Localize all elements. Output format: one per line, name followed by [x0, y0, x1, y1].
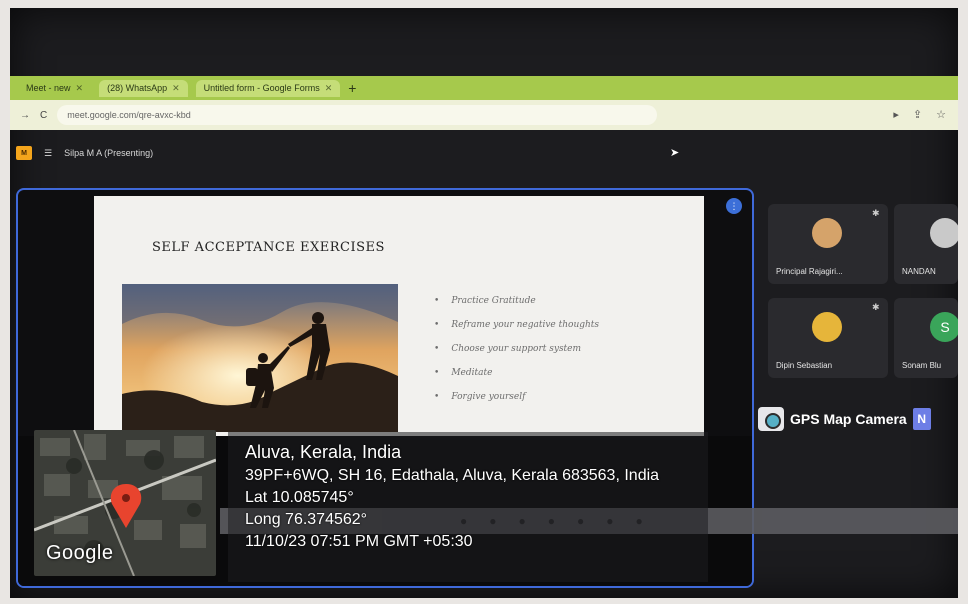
browser-tab-strip: Meet - new ✕ (28) WhatsApp ✕ Untitled fo…: [10, 76, 958, 100]
avatar: S: [930, 312, 958, 342]
gps-datetime: 11/10/23 07:51 PM GMT +05:30: [245, 533, 473, 550]
extension-icon[interactable]: ▸: [893, 108, 899, 121]
close-icon[interactable]: ✕: [325, 83, 333, 94]
slide: SELF ACCEPTANCE EXERCISES • Practice Gra…: [94, 196, 704, 436]
tab-meet[interactable]: Meet - new ✕: [18, 80, 91, 97]
gps-longitude: Long 76.374562°: [245, 511, 368, 528]
participant-name: Sonam Blu: [902, 361, 942, 370]
star-icon[interactable]: ☆: [936, 108, 946, 121]
camera-app-icon: [758, 407, 784, 431]
audio-level-icon: ⋮: [726, 198, 742, 214]
presentation-icon: ☰: [44, 147, 53, 158]
sunset-climbers-illustration: [122, 284, 398, 432]
presenter-label: Silpa M A (Presenting): [64, 148, 154, 158]
gps-address: 39PF+6WQ, SH 16, Edathala, Aluva, Kerala…: [245, 467, 660, 484]
tab-label: Untitled form - Google Forms: [203, 83, 320, 93]
avatar: [812, 218, 842, 248]
gps-camera-label: GPS Map Camera N: [758, 406, 931, 432]
url-input[interactable]: [57, 105, 658, 125]
bullet-item: Forgive yourself: [434, 392, 599, 402]
bullet-item: Choose your support system: [434, 344, 599, 354]
n-badge: N: [912, 408, 931, 430]
meet-logo-icon: M: [16, 146, 32, 160]
new-tab-button[interactable]: +: [348, 80, 356, 96]
gps-details: Aluva, Kerala, India 39PF+6WQ, SH 16, Ed…: [245, 442, 659, 555]
mic-off-icon: ✱: [872, 302, 880, 312]
gps-camera-text: GPS Map Camera: [790, 411, 907, 427]
participant-name: Dipin Sebastian: [776, 361, 833, 370]
gps-location: Aluva, Kerala, India: [245, 442, 402, 462]
slide-bullet-list: Practice Gratitude Reframe your negative…: [434, 296, 599, 416]
tab-label: (28) WhatsApp: [107, 83, 168, 93]
participant-tile[interactable]: ✱ Dipin Sebastian: [768, 298, 888, 378]
browser-address-bar: → C ▸ ⇪ ☆: [10, 100, 958, 130]
tab-google-forms[interactable]: Untitled form - Google Forms ✕: [195, 79, 341, 97]
map-brand-label: Google: [46, 542, 114, 564]
participant-name: Principal Rajagiri...: [776, 267, 843, 276]
bullet-item: Practice Gratitude: [434, 296, 599, 306]
participant-name: NANDAN: [902, 267, 936, 276]
slide-title: SELF ACCEPTANCE EXERCISES: [152, 240, 385, 255]
mic-off-icon: ✱: [872, 208, 880, 218]
close-icon[interactable]: ✕: [76, 83, 84, 94]
avatar: [812, 312, 842, 342]
meet-header: M ☰ Silpa M A (Presenting) ➤: [10, 136, 958, 170]
bullet-item: Meditate: [434, 368, 599, 378]
bullet-item: Reframe your negative thoughts: [434, 320, 599, 330]
participant-tile[interactable]: NANDAN: [894, 204, 958, 284]
photo-of-monitor: Meet - new ✕ (28) WhatsApp ✕ Untitled fo…: [10, 8, 958, 598]
browser-actions: ▸ ⇪ ☆: [893, 108, 946, 121]
back-arrow-icon[interactable]: →: [20, 110, 30, 121]
gps-latitude: Lat 10.085745°: [245, 489, 354, 506]
reload-icon[interactable]: C: [40, 110, 47, 121]
avatar: [930, 218, 958, 248]
mouse-cursor-icon: ➤: [670, 147, 680, 159]
close-icon[interactable]: ✕: [172, 83, 180, 94]
tab-label: Meet - new: [26, 83, 71, 93]
share-icon[interactable]: ⇪: [913, 108, 922, 121]
tab-whatsapp[interactable]: (28) WhatsApp ✕: [99, 79, 188, 97]
slide-image-climbers: [122, 284, 398, 432]
participant-tile[interactable]: ✱ Principal Rajagiri...: [768, 204, 888, 284]
participant-tile[interactable]: S Sonam Blu: [894, 298, 958, 378]
